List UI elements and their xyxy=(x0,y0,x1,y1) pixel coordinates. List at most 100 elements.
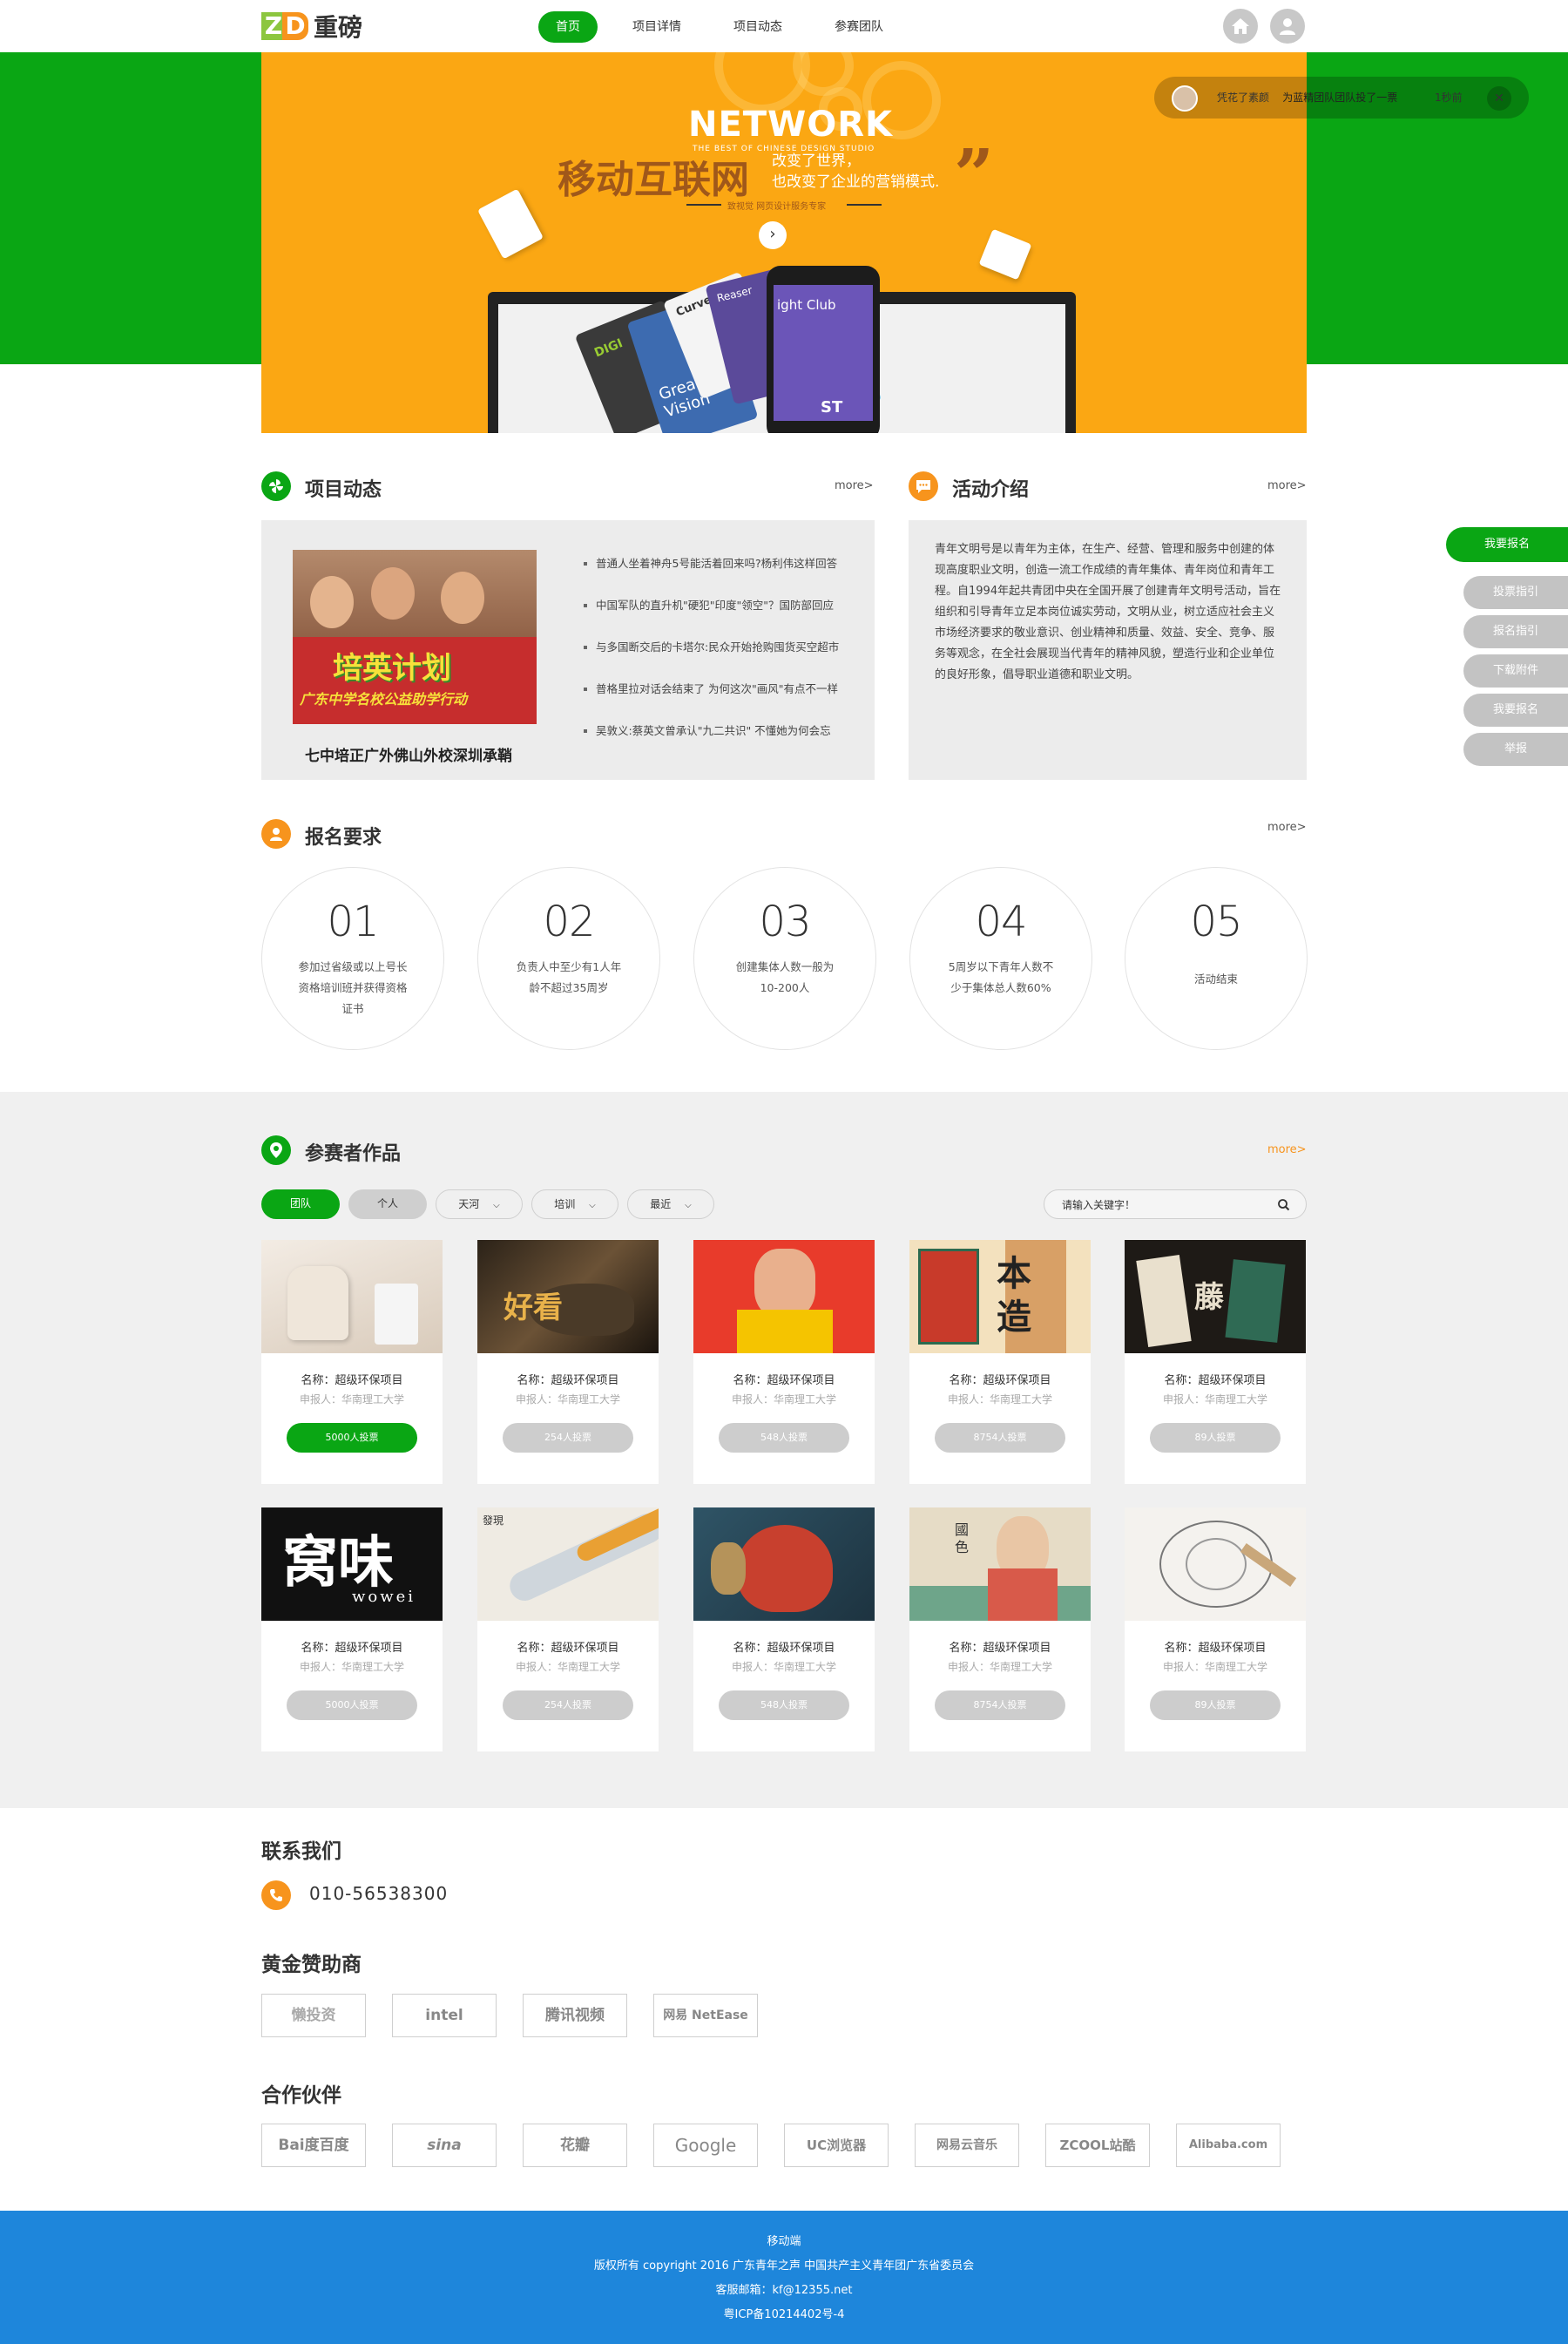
work-card[interactable]: 名称：超级环保项目 申报人：华南理工大学 5000人投票 xyxy=(261,1240,443,1484)
phone-screen: ight Club ST xyxy=(774,285,873,421)
requirements-more-link[interactable]: more> xyxy=(1267,821,1307,834)
sidebar-register-button[interactable]: 我要报名 xyxy=(1446,527,1568,562)
work-card[interactable]: 好看 名称：超级环保项目 申报人：华南理工大学 254人投票 xyxy=(477,1240,659,1484)
footer-mobile-link[interactable]: 移动端 xyxy=(0,2232,1568,2248)
work-thumbnail-shape xyxy=(375,1284,418,1345)
partner-logo[interactable]: 花瓣 xyxy=(523,2124,627,2167)
work-applicant: 申报人：华南理工大学 xyxy=(515,1393,620,1406)
filter-sort-dropdown[interactable]: 最近 ⌵ xyxy=(627,1189,714,1219)
work-card[interactable]: 名称：超级环保项目 申报人：华南理工大学 89人投票 xyxy=(1125,1507,1306,1751)
filter-sort-label: 最近 xyxy=(650,1198,672,1210)
partner-logo[interactable]: Google xyxy=(653,2124,758,2167)
user-icon[interactable] xyxy=(1270,9,1305,44)
work-name: 名称：超级环保项目 xyxy=(1164,1374,1267,1387)
news-featured-image[interactable]: 培英计划 广东中学名校公益助学行动 xyxy=(293,550,537,724)
work-card[interactable]: 窝味 wowei 名称：超级环保项目 申报人：华南理工大学 5000人投票 xyxy=(261,1507,443,1751)
work-card[interactable]: 國色 名称：超级环保项目 申报人：华南理工大学 8754人投票 xyxy=(909,1507,1091,1751)
logo[interactable]: Z D 重磅 xyxy=(261,10,362,42)
news-list-item[interactable]: 普通人坐着神舟5号能活着回来吗?杨利伟这样回答 xyxy=(584,555,854,597)
requirement-item: 01 参加过省级或以上号长资格培训班并获得资格证书 xyxy=(261,867,444,1050)
work-thumbnail-shape xyxy=(988,1568,1058,1621)
partner-logo[interactable]: 网易云音乐 xyxy=(915,2124,1019,2167)
vote-button[interactable]: 5000人投票 xyxy=(287,1423,417,1453)
work-thumbnail xyxy=(693,1240,875,1353)
vote-button[interactable]: 8754人投票 xyxy=(935,1423,1065,1453)
nav-item-project-detail[interactable]: 项目详情 xyxy=(615,11,699,43)
work-name: 名称：超级环保项目 xyxy=(733,1642,835,1655)
work-card[interactable]: 名称：超级环保项目 申报人：华南理工大学 548人投票 xyxy=(693,1240,875,1484)
logo-text: 重磅 xyxy=(314,13,363,42)
work-applicant: 申报人：华南理工大学 xyxy=(299,1393,404,1406)
partner-logo[interactable]: ZCOOL站酷 xyxy=(1045,2124,1150,2167)
vote-button[interactable]: 5000人投票 xyxy=(287,1690,417,1720)
filter-individual[interactable]: 个人 xyxy=(348,1189,427,1219)
requirement-number: 02 xyxy=(543,898,595,946)
vote-button[interactable]: 254人投票 xyxy=(503,1423,633,1453)
nav-item-teams[interactable]: 参赛团队 xyxy=(817,11,901,43)
hero-banner[interactable]: NETWORK THE BEST OF CHINESE DESIGN STUDI… xyxy=(261,52,1307,433)
news-image-face xyxy=(371,567,415,620)
search-box xyxy=(1044,1189,1307,1219)
nav-item-home[interactable]: 首页 xyxy=(538,11,598,43)
vote-button[interactable]: 548人投票 xyxy=(719,1423,849,1453)
work-card[interactable]: 名称：超级环保项目 申报人：华南理工大学 548人投票 xyxy=(693,1507,875,1751)
chevron-down-icon: ⌵ xyxy=(493,1201,500,1210)
toast-action: 为蓝精团队团队投了一票 xyxy=(1282,91,1398,104)
partner-logo[interactable]: sina xyxy=(392,2124,497,2167)
sponsor-logo[interactable]: 懒投资 xyxy=(261,1994,366,2037)
work-applicant: 申报人：华南理工大学 xyxy=(299,1661,404,1673)
sidebar-item-downloads[interactable]: 下载附件 xyxy=(1463,654,1568,688)
vote-button[interactable]: 89人投票 xyxy=(1150,1423,1281,1453)
work-thumbnail-text: 好看 xyxy=(504,1291,563,1325)
contact-phone[interactable]: 010-56538300 xyxy=(309,1883,448,1904)
banner-card-text: ight Club xyxy=(777,297,836,313)
sidebar-item-register-guide[interactable]: 报名指引 xyxy=(1463,615,1568,648)
work-card[interactable]: 藤 名称：超级环保项目 申报人：华南理工大学 89人投票 xyxy=(1125,1240,1306,1484)
requirement-text: 负责人中至少有1人年龄不超过35周岁 xyxy=(516,960,622,994)
work-applicant: 申报人：华南理工大学 xyxy=(1162,1661,1267,1673)
sidebar-item-report[interactable]: 举报 xyxy=(1463,733,1568,766)
news-featured-caption[interactable]: 七中培正广外佛山外校深圳承鞘 xyxy=(305,743,512,765)
work-thumbnail-subtext: wowei xyxy=(352,1588,416,1606)
close-icon[interactable]: ✕ xyxy=(1487,86,1511,111)
work-card[interactable]: 本 造 名称：超级环保项目 申报人：华南理工大学 8754人投票 xyxy=(909,1240,1091,1484)
filter-district-dropdown[interactable]: 天河 ⌵ xyxy=(436,1189,523,1219)
news-list-item[interactable]: 吴敦义:蔡英文曾承认"九二共识" 不懂她为何会忘 xyxy=(584,722,854,764)
partner-logo[interactable]: Bai度百度 xyxy=(261,2124,366,2167)
activity-more-link[interactable]: more> xyxy=(1267,479,1307,492)
filter-team[interactable]: 团队 xyxy=(261,1189,340,1219)
filter-category-dropdown[interactable]: 培训 ⌵ xyxy=(531,1189,618,1219)
work-thumbnail-shape xyxy=(737,1310,833,1353)
home-icon[interactable] xyxy=(1223,9,1258,44)
sponsor-logo[interactable]: 网易 NetEase xyxy=(653,1994,758,2037)
news-list-item[interactable]: 普格里拉对话会结束了 为何这次"画风"有点不一样 xyxy=(584,681,854,722)
nav-item-project-news[interactable]: 项目动态 xyxy=(716,11,800,43)
requirement-item: 04 5周岁以下青年人数不少于集体总人数60% xyxy=(909,867,1092,1050)
search-input[interactable] xyxy=(1062,1197,1254,1213)
works-more-link[interactable]: more> xyxy=(1267,1143,1307,1156)
news-list-item[interactable]: 与多国断交后的卡塔尔:民众开始抢购囤货买空超市 xyxy=(584,639,854,681)
search-icon[interactable] xyxy=(1276,1197,1292,1213)
news-more-link[interactable]: more> xyxy=(835,479,874,492)
vote-button[interactable]: 8754人投票 xyxy=(935,1690,1065,1720)
vote-button[interactable]: 89人投票 xyxy=(1150,1690,1281,1720)
work-name: 名称：超级环保项目 xyxy=(301,1642,403,1655)
work-thumbnail: 國色 xyxy=(909,1507,1091,1621)
banner-arrow-button[interactable]: › xyxy=(759,221,787,249)
work-name: 名称：超级环保项目 xyxy=(517,1642,619,1655)
sidebar-item-vote-guide[interactable]: 投票指引 xyxy=(1463,576,1568,609)
sponsor-logo[interactable]: 腾讯视频 xyxy=(523,1994,627,2037)
vote-button[interactable]: 548人投票 xyxy=(719,1690,849,1720)
work-card[interactable]: 發現 名称：超级环保项目 申报人：华南理工大学 254人投票 xyxy=(477,1507,659,1751)
work-thumbnail-shape xyxy=(737,1525,833,1612)
partner-logo[interactable]: Alibaba.com xyxy=(1176,2124,1281,2167)
work-thumbnail-shape xyxy=(1225,1259,1286,1343)
vote-button[interactable]: 254人投票 xyxy=(503,1690,633,1720)
work-name: 名称：超级环保项目 xyxy=(1164,1642,1267,1655)
partner-logo[interactable]: UC浏览器 xyxy=(784,2124,889,2167)
sidebar-item-register[interactable]: 我要报名 xyxy=(1463,694,1568,727)
requirement-number: 04 xyxy=(975,898,1027,946)
sponsor-logo[interactable]: intel xyxy=(392,1994,497,2037)
work-applicant: 申报人：华南理工大学 xyxy=(515,1661,620,1673)
news-list-item[interactable]: 中国军队的直升机"硬犯"印度"领空"？国防部回应 xyxy=(584,597,854,639)
